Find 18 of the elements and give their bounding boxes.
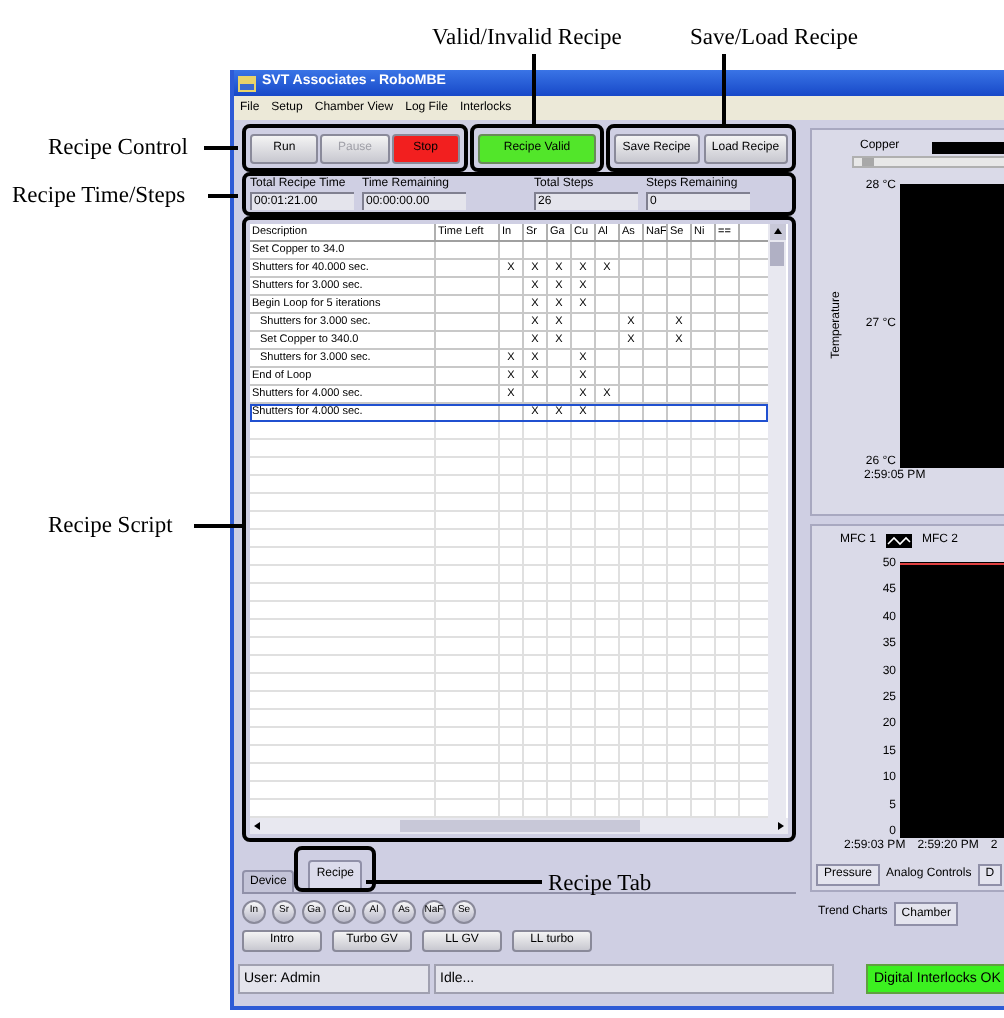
annotation-label: Recipe Script — [48, 512, 173, 542]
annotation-label: Valid/Invalid Recipe — [432, 24, 622, 54]
slider-thumb[interactable] — [861, 158, 874, 166]
scroll-up-icon[interactable] — [769, 224, 785, 240]
annotation-label: Recipe Time/Steps — [12, 182, 186, 212]
annotation-label: Recipe Control — [48, 134, 188, 164]
annotation-label: Save/Load Recipe — [690, 24, 858, 54]
horizontal-scrollbar[interactable] — [250, 818, 788, 834]
app-icon — [238, 75, 256, 91]
vertical-scrollbar[interactable] — [768, 224, 786, 818]
value-display — [931, 141, 1004, 153]
leader-line — [208, 194, 238, 198]
annotation-label: Recipe Tab — [548, 870, 652, 900]
leader-line — [204, 146, 238, 150]
scroll-thumb[interactable] — [399, 820, 639, 832]
scroll-thumb[interactable] — [770, 242, 784, 266]
legend-line-icon — [886, 534, 912, 548]
channel-slider[interactable] — [852, 156, 1004, 168]
